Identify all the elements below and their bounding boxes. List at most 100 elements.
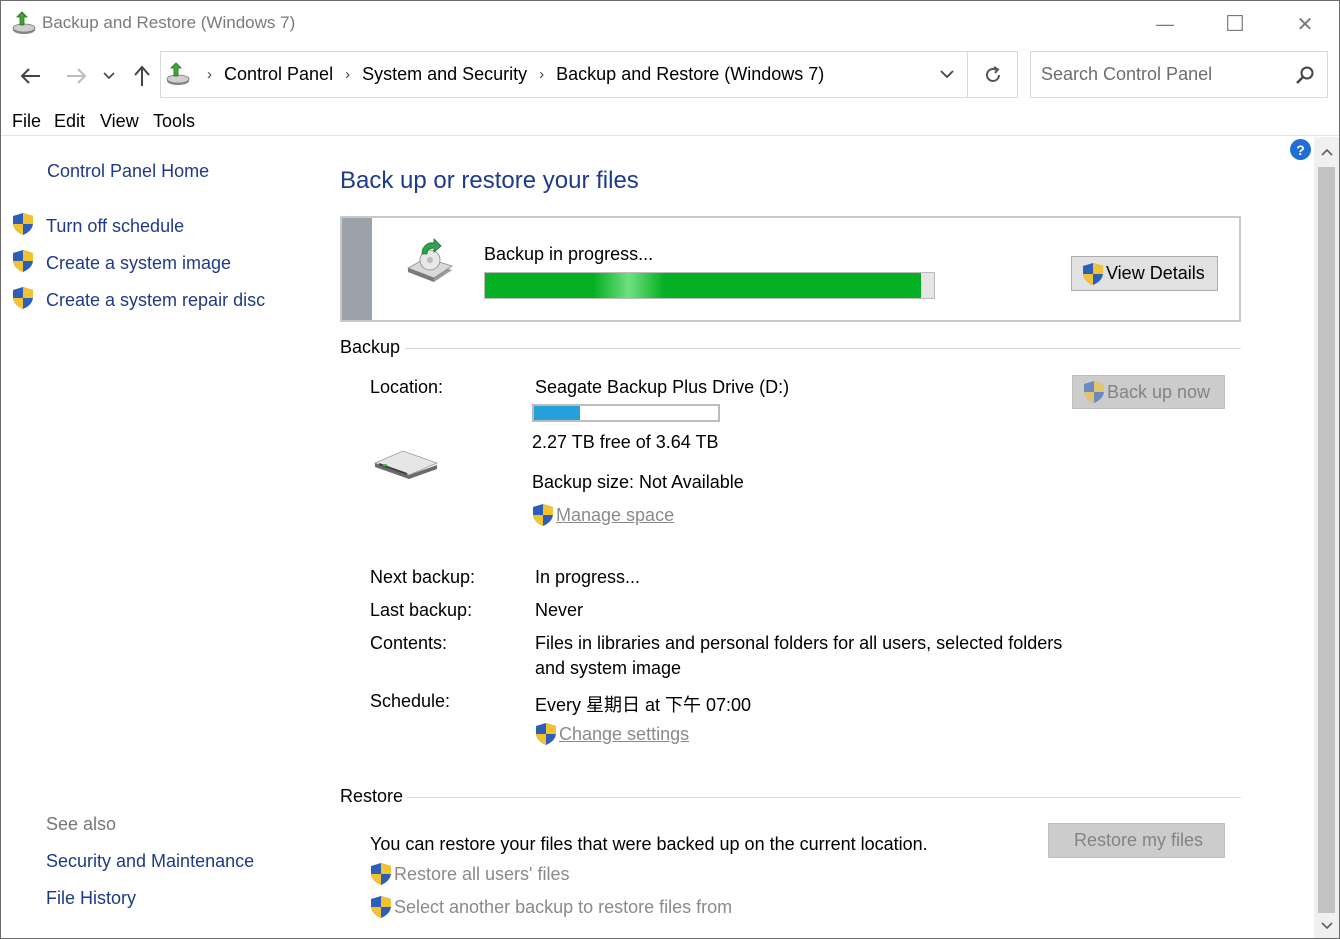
- search-input[interactable]: [1041, 64, 1281, 85]
- restore-description: You can restore your files that were bac…: [370, 834, 928, 854]
- refresh-button[interactable]: [967, 52, 1017, 97]
- next-backup-label: Next backup:: [370, 567, 476, 587]
- breadcrumb-control-panel[interactable]: Control Panel: [224, 64, 333, 85]
- uac-shield-icon: [1083, 262, 1103, 285]
- maximize-button[interactable]: ☐: [1206, 1, 1264, 47]
- change-settings-link[interactable]: Change settings: [535, 722, 689, 746]
- location-value: Seagate Backup Plus Drive (D:): [535, 377, 790, 397]
- select-another-backup-label: Select another backup to restore files f…: [394, 896, 733, 917]
- recent-locations-button[interactable]: [97, 61, 121, 91]
- view-details-button[interactable]: View Details: [1071, 256, 1218, 291]
- uac-shield-icon: [13, 250, 33, 272]
- backup-size-value: Backup size: Not Available: [532, 472, 744, 492]
- close-icon: ✕: [1296, 13, 1314, 36]
- menu-tools[interactable]: Tools: [153, 111, 195, 132]
- uac-shield-icon: [536, 723, 556, 745]
- control-panel-home-link[interactable]: Control Panel Home: [47, 161, 209, 182]
- drive-usage-bar: [532, 404, 720, 422]
- drive-usage-fill: [534, 406, 580, 420]
- chevron-down-icon: [940, 70, 954, 79]
- backup-progress-fill: [485, 273, 921, 298]
- back-up-now-button[interactable]: Back up now: [1072, 375, 1225, 409]
- up-button[interactable]: [127, 61, 157, 91]
- location-label: Location:: [370, 377, 444, 397]
- vertical-scrollbar[interactable]: [1314, 137, 1339, 938]
- menu-file[interactable]: File: [12, 111, 41, 132]
- create-repair-disc-link[interactable]: Create a system repair disc: [46, 290, 265, 311]
- restore-all-users-link[interactable]: Restore all users' files: [370, 862, 570, 886]
- schedule-value: Every 星期日 at 下午 07:00: [535, 695, 752, 715]
- section-divider: [405, 348, 1241, 349]
- close-button[interactable]: ✕: [1276, 1, 1334, 47]
- backup-progress-panel: Backup in progress... View Details: [340, 216, 1241, 322]
- uac-shield-icon: [1084, 381, 1104, 403]
- free-space-value: 2.27 TB free of 3.64 TB: [532, 432, 719, 452]
- security-maintenance-link[interactable]: Security and Maintenance: [46, 851, 254, 872]
- backup-progress-bar: [484, 272, 935, 299]
- window: Backup and Restore (Windows 7) — ☐ ✕ › C…: [0, 0, 1340, 939]
- change-settings-label: Change settings: [559, 723, 690, 744]
- backup-app-icon: [12, 11, 36, 34]
- restore-my-files-label: Restore my files: [1074, 830, 1204, 850]
- address-bar[interactable]: › Control Panel › System and Security › …: [160, 51, 1018, 98]
- turn-off-schedule-link[interactable]: Turn off schedule: [46, 216, 184, 237]
- back-up-now-label: Back up now: [1107, 381, 1211, 402]
- title-bar: Backup and Restore (Windows 7) — ☐ ✕: [1, 1, 1339, 47]
- chevron-down-icon: [103, 72, 115, 80]
- contents-value-line1: Files in libraries and personal folders …: [535, 633, 1063, 653]
- search-box[interactable]: [1030, 51, 1328, 98]
- progress-panel-accent: [342, 218, 372, 320]
- manage-space-label: Manage space: [556, 504, 675, 525]
- select-another-backup-link[interactable]: Select another backup to restore files f…: [370, 895, 732, 919]
- scroll-thumb[interactable]: [1318, 167, 1335, 913]
- window-title: Backup and Restore (Windows 7): [42, 13, 296, 32]
- uac-shield-icon: [533, 504, 553, 526]
- menu-edit[interactable]: Edit: [54, 111, 85, 132]
- address-history-button[interactable]: [927, 52, 967, 97]
- minimize-button[interactable]: —: [1136, 1, 1194, 47]
- page-title: Back up or restore your files: [340, 167, 639, 194]
- chevron-right-icon[interactable]: ›: [207, 66, 212, 83]
- contents-value-line2: and system image: [535, 658, 682, 678]
- breadcrumb-system-and-security[interactable]: System and Security: [362, 64, 527, 85]
- maximize-icon: ☐: [1225, 11, 1245, 36]
- chevron-right-icon[interactable]: ›: [539, 66, 544, 83]
- backup-section-heading: Backup: [340, 337, 401, 357]
- menu-bar: File Edit View Tools: [1, 109, 1339, 136]
- schedule-label: Schedule:: [370, 691, 451, 711]
- last-backup-value: Never: [535, 600, 584, 620]
- manage-space-link[interactable]: Manage space: [532, 503, 674, 527]
- create-system-image-link[interactable]: Create a system image: [46, 253, 231, 274]
- section-divider: [407, 797, 1241, 798]
- scroll-down-button[interactable]: [1314, 913, 1339, 938]
- restore-section-heading: Restore: [340, 786, 404, 806]
- chevron-right-icon[interactable]: ›: [345, 66, 350, 83]
- back-button[interactable]: [16, 61, 46, 91]
- search-icon[interactable]: [1295, 65, 1315, 85]
- progress-label: Backup in progress...: [484, 244, 654, 264]
- scroll-up-button[interactable]: [1314, 139, 1339, 164]
- external-drive-icon: [373, 450, 439, 479]
- menu-view[interactable]: View: [100, 111, 139, 132]
- uac-shield-icon: [13, 287, 33, 309]
- forward-button[interactable]: [61, 61, 91, 91]
- breadcrumb: › Control Panel › System and Security › …: [195, 64, 824, 85]
- contents-label: Contents:: [370, 633, 448, 653]
- chevron-down-icon: [1320, 921, 1333, 929]
- next-backup-value: In progress...: [535, 567, 641, 587]
- last-backup-label: Last backup:: [370, 600, 473, 620]
- view-details-label: View Details: [1106, 263, 1205, 283]
- minimize-icon: —: [1156, 13, 1174, 34]
- chevron-up-icon: [1320, 148, 1333, 156]
- backup-app-icon: [166, 62, 190, 85]
- restore-all-users-label: Restore all users' files: [394, 863, 570, 884]
- arrow-left-icon: [20, 68, 40, 84]
- breadcrumb-backup-and-restore[interactable]: Backup and Restore (Windows 7): [556, 64, 824, 85]
- backup-in-progress-icon: [407, 238, 453, 282]
- help-button[interactable]: ?: [1290, 139, 1311, 160]
- uac-shield-icon: [13, 213, 33, 235]
- arrow-right-icon: [67, 68, 87, 84]
- refresh-icon: [985, 65, 1000, 82]
- restore-my-files-button[interactable]: Restore my files: [1048, 823, 1225, 858]
- file-history-link[interactable]: File History: [46, 888, 136, 909]
